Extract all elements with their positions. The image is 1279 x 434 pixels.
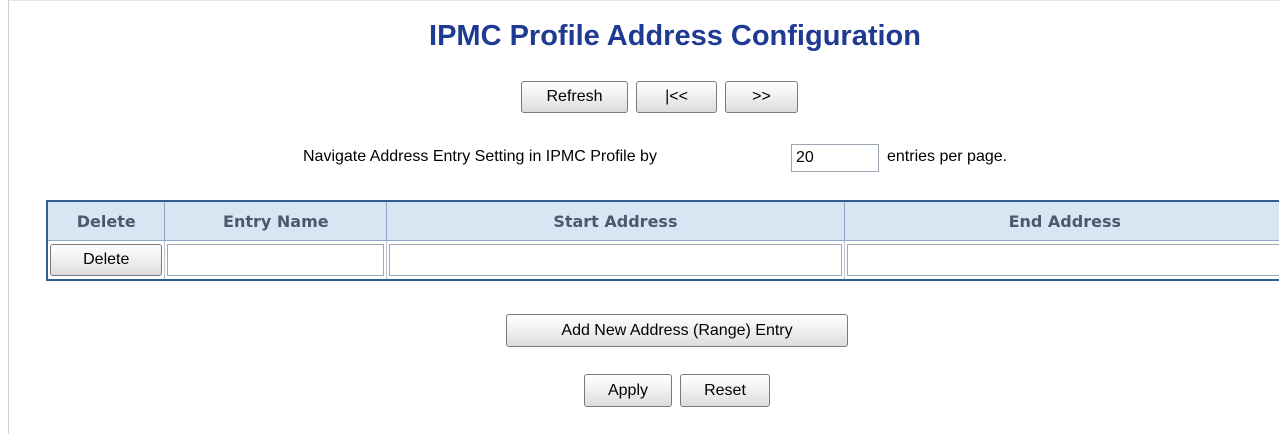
entries-per-page-input[interactable]: [791, 144, 879, 172]
entry-name-cell: [164, 240, 388, 281]
apply-button[interactable]: Apply: [584, 374, 672, 407]
start-address-cell: [386, 240, 845, 281]
reset-button[interactable]: Reset: [680, 374, 770, 407]
entries-per-page-prefix: Navigate Address Entry Setting in IPMC P…: [303, 148, 657, 165]
header-end-address: End Address: [843, 200, 1279, 241]
entry-name-input[interactable]: [167, 244, 385, 276]
header-entry-name: Entry Name: [164, 200, 388, 241]
header-delete: Delete: [46, 200, 166, 241]
delete-cell: Delete: [46, 240, 166, 281]
add-address-entry-button[interactable]: Add New Address (Range) Entry: [506, 314, 848, 347]
end-address-cell: [843, 240, 1279, 281]
start-address-input[interactable]: [389, 244, 842, 276]
entries-per-page-suffix: entries per page.: [887, 148, 1008, 165]
table-row: Delete: [46, 240, 1279, 281]
table-header-row: Delete Entry Name Start Address End Addr…: [46, 200, 1279, 241]
refresh-button[interactable]: Refresh: [521, 81, 628, 113]
address-entry-table: Delete Entry Name Start Address End Addr…: [46, 200, 1279, 281]
next-page-button[interactable]: >>: [725, 81, 798, 113]
header-start-address: Start Address: [386, 200, 845, 241]
end-address-input[interactable]: [846, 244, 1279, 276]
page-title: IPMC Profile Address Configuration: [429, 20, 921, 52]
first-page-button[interactable]: |<<: [636, 81, 717, 113]
row-delete-button[interactable]: Delete: [50, 244, 163, 276]
